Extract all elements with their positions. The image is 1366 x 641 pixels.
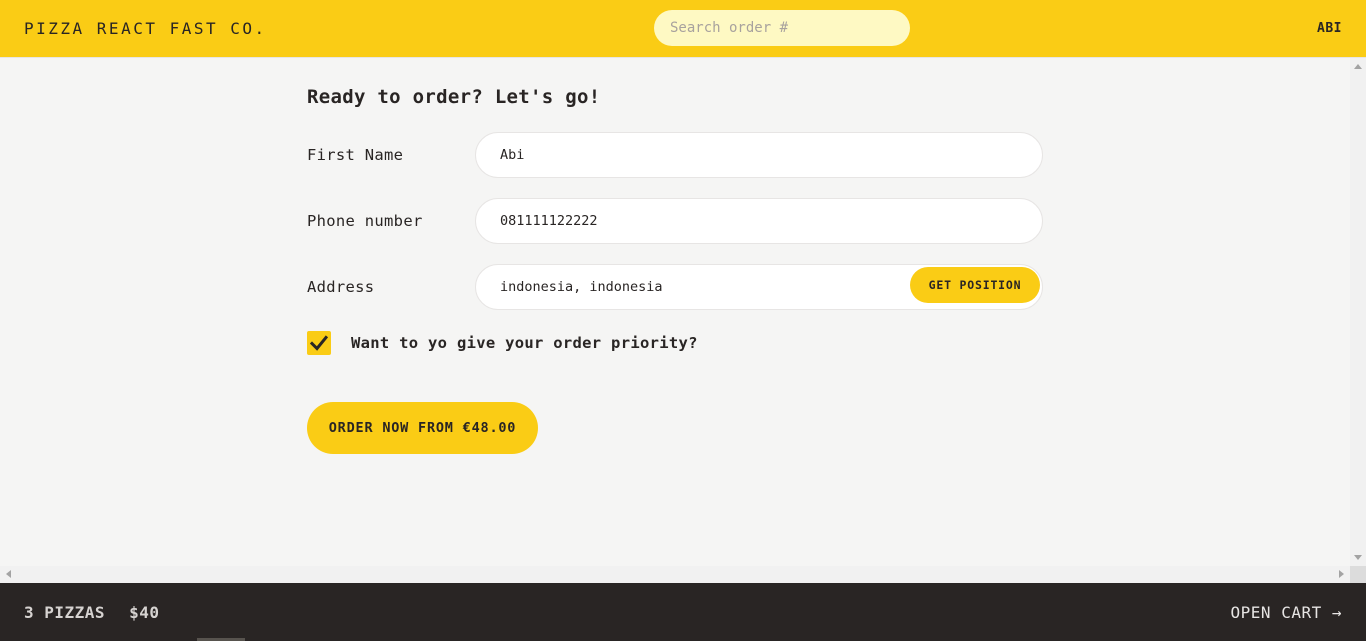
app-header: Pizza React Fast Co. ABI xyxy=(0,0,1366,58)
username: ABI xyxy=(1317,21,1342,36)
vertical-scrollbar[interactable] xyxy=(1350,58,1366,566)
address-label: Address xyxy=(307,278,375,296)
order-form: Ready to order? Let's go! First Name Pho… xyxy=(307,86,1043,454)
scroll-right-icon[interactable] xyxy=(1339,570,1344,578)
scroll-down-icon[interactable] xyxy=(1354,555,1362,560)
priority-row: Want to yo give your order priority? xyxy=(307,330,1043,356)
pizza-count: 3 pizzas xyxy=(24,602,106,622)
page-title: Ready to order? Let's go! xyxy=(307,86,601,108)
first-name-row: First Name xyxy=(307,132,1043,178)
order-now-button[interactable]: Order now from €48.00 xyxy=(307,402,538,454)
scroll-left-icon[interactable] xyxy=(6,570,11,578)
scrollbar-corner xyxy=(1350,566,1366,583)
cart-total: $40 xyxy=(129,602,160,622)
phone-label: Phone number xyxy=(307,212,423,230)
logo-link[interactable]: Pizza React Fast Co. xyxy=(24,19,267,38)
scroll-up-icon[interactable] xyxy=(1354,64,1362,69)
open-cart-link[interactable]: Open cart → xyxy=(1231,603,1342,622)
main-content: Ready to order? Let's go! First Name Pho… xyxy=(0,58,1350,566)
cart-overview: 3 pizzas $40 Open cart → xyxy=(0,583,1366,641)
first-name-input[interactable] xyxy=(475,132,1043,178)
checkmark-icon xyxy=(310,335,328,351)
address-row: Address Get position xyxy=(307,264,1043,310)
phone-row: Phone number xyxy=(307,198,1043,244)
priority-label: Want to yo give your order priority? xyxy=(351,334,698,352)
search-order-input[interactable] xyxy=(654,10,910,46)
priority-checkbox[interactable] xyxy=(307,331,331,355)
cart-summary: 3 pizzas $40 xyxy=(24,603,159,622)
get-position-button[interactable]: Get position xyxy=(910,267,1040,303)
first-name-label: First Name xyxy=(307,146,404,164)
phone-input[interactable] xyxy=(475,198,1043,244)
horizontal-scrollbar[interactable] xyxy=(0,566,1350,583)
